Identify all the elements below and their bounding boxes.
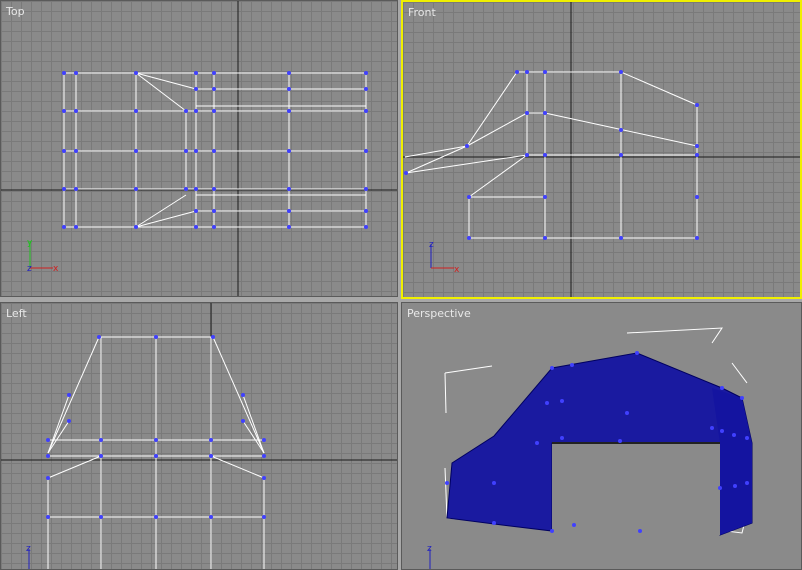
- svg-text:x: x: [454, 265, 460, 275]
- left-wireframe: z: [1, 303, 397, 569]
- front-wireframe: z x: [403, 2, 800, 297]
- top-wireframe: y z x: [1, 1, 397, 296]
- svg-text:x: x: [53, 264, 59, 274]
- viewport-top[interactable]: Top y z x: [0, 0, 398, 297]
- svg-text:z: z: [427, 544, 432, 554]
- svg-text:z: z: [26, 544, 31, 554]
- svg-text:y: y: [27, 238, 33, 248]
- viewport-left[interactable]: Left z: [0, 302, 398, 570]
- perspective-shaded-view: z: [427, 327, 753, 569]
- axis-gizmo: y z x: [27, 238, 59, 274]
- axis-gizmo: z x: [429, 240, 460, 275]
- axis-gizmo: z: [26, 544, 31, 569]
- axis-gizmo: z: [427, 544, 432, 569]
- viewport-front[interactable]: Front z x: [401, 0, 802, 299]
- svg-text:z: z: [27, 264, 32, 274]
- viewport-perspective[interactable]: Perspective z: [401, 302, 802, 570]
- svg-text:z: z: [429, 240, 434, 250]
